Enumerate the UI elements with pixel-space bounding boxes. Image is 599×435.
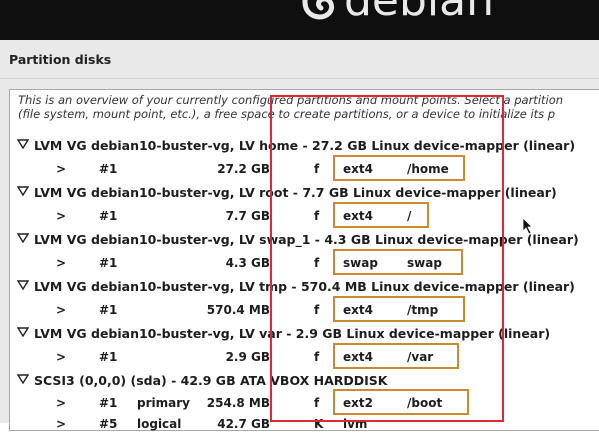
partition-number: #1 bbox=[99, 256, 118, 270]
row-arrow: > bbox=[56, 396, 67, 410]
installer-header: debian bbox=[0, 0, 599, 40]
row-arrow: > bbox=[56, 350, 67, 364]
logo-text: debian bbox=[344, 0, 495, 26]
title-separator bbox=[0, 78, 599, 79]
row-arrow: > bbox=[56, 256, 67, 270]
partition-size: 27.2 GB bbox=[217, 162, 270, 176]
collapse-triangle-icon bbox=[17, 280, 29, 290]
row-arrow: > bbox=[56, 162, 67, 176]
partition-size: 42.7 GB bbox=[217, 417, 270, 431]
partition-size: 2.9 GB bbox=[225, 350, 270, 364]
partition-number: #5 bbox=[99, 417, 118, 431]
red-annotation-box bbox=[270, 95, 504, 422]
partition-size: 7.7 GB bbox=[225, 209, 270, 223]
collapse-triangle-icon bbox=[17, 139, 29, 149]
partition-size: 4.3 GB bbox=[225, 256, 270, 270]
partition-number: #1 bbox=[99, 396, 118, 410]
partition-number: #1 bbox=[99, 303, 118, 317]
partition-number: #1 bbox=[99, 209, 118, 223]
partition-number: #1 bbox=[99, 350, 118, 364]
page-title: Partition disks bbox=[9, 52, 112, 67]
mouse-pointer-icon bbox=[522, 217, 533, 235]
row-arrow: > bbox=[56, 209, 67, 223]
debian-logo: debian bbox=[296, 0, 494, 24]
collapse-triangle-icon bbox=[17, 374, 29, 384]
partition-number: #1 bbox=[99, 162, 118, 176]
collapse-triangle-icon bbox=[17, 233, 29, 243]
collapse-triangle-icon bbox=[17, 186, 29, 196]
row-arrow: > bbox=[56, 303, 67, 317]
debian-swirl-icon bbox=[302, 0, 335, 20]
collapse-triangle-icon bbox=[17, 327, 29, 337]
row-arrow: > bbox=[56, 417, 67, 431]
partition-size: 254.8 MB bbox=[206, 396, 270, 410]
partition-size: 570.4 MB bbox=[206, 303, 270, 317]
